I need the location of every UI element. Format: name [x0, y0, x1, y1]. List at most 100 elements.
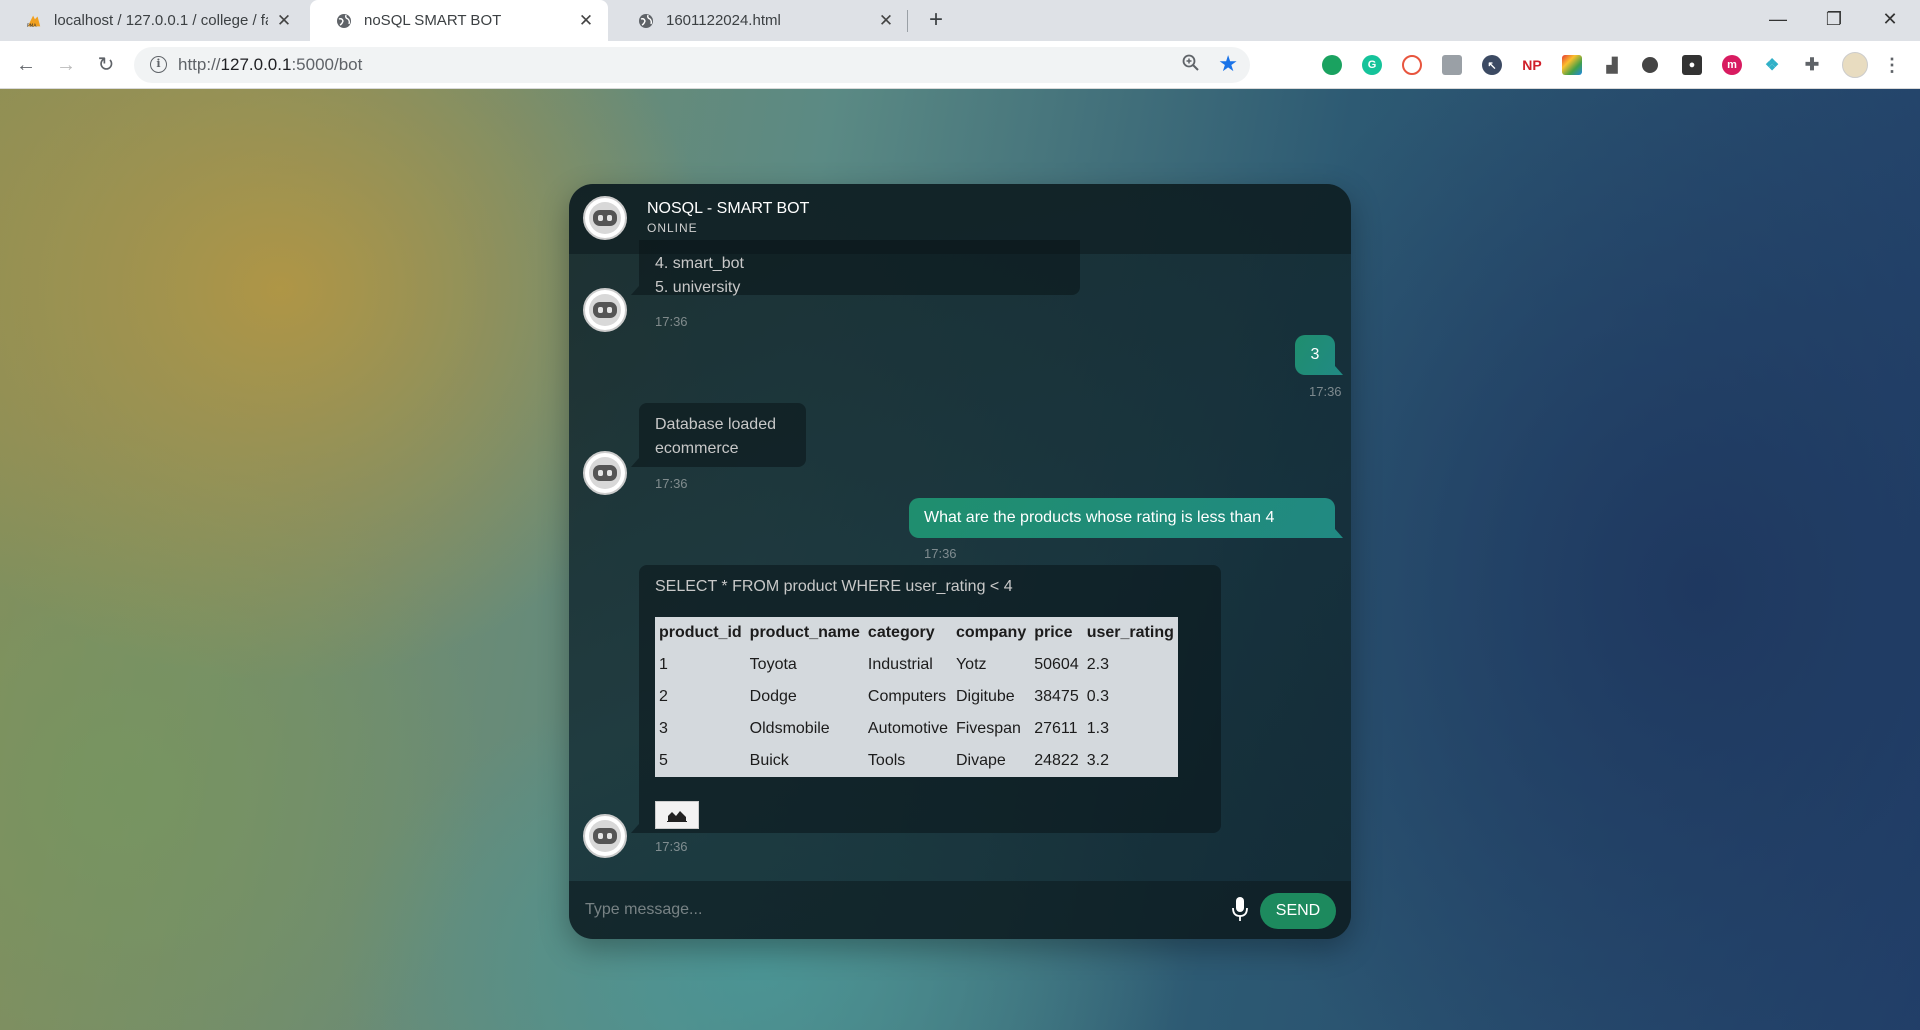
- microphone-icon[interactable]: [1232, 896, 1248, 922]
- table-cell: Toyota: [749, 656, 797, 673]
- close-icon[interactable]: ✕: [578, 11, 594, 31]
- table-cell: Fivespan: [955, 720, 1021, 737]
- tab-html-file[interactable]: 1601122024.html ✕: [612, 0, 908, 41]
- table-cell: Divape: [955, 752, 1006, 769]
- table-row: 3 Oldsmobile Automotive Fivespan 27611 1.3: [655, 713, 1178, 745]
- table-cell: Computers: [867, 688, 947, 705]
- close-window-button[interactable]: ✕: [1862, 0, 1918, 41]
- chart-button[interactable]: [655, 801, 699, 829]
- table-cell: 3.2: [1086, 752, 1109, 769]
- tab-separator: [907, 10, 908, 32]
- minimize-button[interactable]: —: [1750, 0, 1806, 41]
- robot-icon: [589, 294, 621, 326]
- phpmyadmin-icon: PMA: [26, 13, 42, 29]
- bot-message: SELECT * FROM product WHERE user_rating …: [631, 565, 1221, 833]
- tab-title: noSQL SMART BOT: [364, 12, 502, 29]
- table-row: 2 Dodge Computers Digitube 38475 0.3: [655, 681, 1178, 713]
- grammarly-icon[interactable]: G: [1362, 55, 1382, 75]
- back-icon[interactable]: ←: [12, 51, 40, 79]
- table-cell: 1.3: [1086, 720, 1109, 737]
- restore-button[interactable]: ❐: [1806, 0, 1862, 41]
- table-cell: 38475: [1034, 688, 1079, 705]
- table-header-cell: category: [867, 624, 935, 641]
- puzzle-icon[interactable]: ✚: [1802, 55, 1822, 75]
- bot-message: Database loaded ecommerce: [631, 403, 806, 467]
- browser-toolbar: ← → ↻ i http://127.0.0.1:5000/bot ★ G ↖ …: [0, 41, 1920, 89]
- globe-icon: [638, 13, 654, 29]
- table-header-cell: price: [1034, 624, 1073, 641]
- chat-title: NOSQL - SMART BOT: [647, 200, 810, 217]
- message-timestamp: 17:36: [924, 546, 957, 561]
- infinity-icon[interactable]: m: [1722, 55, 1742, 75]
- message-input[interactable]: [585, 895, 1085, 925]
- tab-smart-bot[interactable]: noSQL SMART BOT ✕: [310, 0, 608, 41]
- result-table: product_id product_name category company pri…: [655, 617, 1178, 777]
- new-tab-button[interactable]: +: [922, 6, 950, 34]
- browser-tab-bar: PMA localhost / 127.0.0.1 / college / fa…: [0, 0, 1920, 41]
- tab-title: 1601122024.html: [666, 12, 781, 29]
- more-menu-icon[interactable]: ⋮: [1882, 55, 1902, 75]
- reload-icon[interactable]: ↻: [92, 51, 120, 79]
- table-row: 5 Buick Tools Divape 24822 3.2: [655, 745, 1178, 777]
- table-cell: 5: [659, 752, 668, 769]
- np-icon[interactable]: NP: [1522, 55, 1542, 75]
- zoom-icon[interactable]: [1182, 54, 1200, 77]
- tab-phpmyadmin[interactable]: PMA localhost / 127.0.0.1 / college / fa…: [0, 0, 306, 41]
- cursor-icon[interactable]: ↖: [1482, 55, 1502, 75]
- chat-bubble-icon[interactable]: [1322, 55, 1342, 75]
- area-chart-icon: [667, 811, 687, 822]
- table-cell: Buick: [749, 752, 789, 769]
- chat-status: ONLINE: [647, 221, 698, 235]
- send-button[interactable]: SEND: [1260, 893, 1336, 929]
- globe-icon: [336, 13, 352, 29]
- table-cell: 24822: [1034, 752, 1079, 769]
- chart-icon[interactable]: ▟: [1602, 55, 1622, 75]
- table-cell: 0.3: [1086, 688, 1109, 705]
- table-cell: 2: [659, 688, 668, 705]
- table-cell: 2.3: [1086, 656, 1109, 673]
- url-text: http://127.0.0.1:5000/bot: [178, 55, 363, 74]
- table-cell: Automotive: [867, 720, 948, 737]
- table-cell: Dodge: [749, 688, 797, 705]
- bookmark-star-icon[interactable]: ★: [1218, 51, 1238, 77]
- table-header-cell: product_name: [749, 624, 860, 641]
- chat-window: NOSQL - SMART BOT ONLINE 4. smart_bot 5.…: [569, 184, 1351, 939]
- close-icon[interactable]: ✕: [878, 11, 894, 31]
- bot-avatar: [583, 288, 627, 332]
- table-cell: Tools: [867, 752, 906, 769]
- tab-title: localhost / 127.0.0.1 / college / fa: [54, 12, 268, 29]
- close-icon[interactable]: ✕: [276, 11, 292, 31]
- table-row: 1 Toyota Industrial Yotz 50604 2.3: [655, 649, 1178, 681]
- message-timestamp: 17:36: [655, 314, 688, 329]
- message-line: 4. smart_bot: [655, 255, 744, 272]
- table-cell: 50604: [1034, 656, 1079, 673]
- chat-footer: SEND: [569, 881, 1351, 939]
- image-icon[interactable]: [1442, 55, 1462, 75]
- profile-icon[interactable]: [1842, 52, 1868, 78]
- table-header-cell: user_rating: [1086, 624, 1174, 641]
- colorful-icon[interactable]: [1562, 55, 1582, 75]
- table-cell: 1: [659, 656, 668, 673]
- table-cell: Digitube: [955, 688, 1015, 705]
- bot-message: 4. smart_bot 5. university: [631, 240, 1080, 296]
- message-line: ecommerce: [655, 440, 739, 457]
- user-message: 3: [1295, 335, 1343, 375]
- user-message: What are the products whose rating is le…: [909, 498, 1343, 538]
- svg-text:PMA: PMA: [27, 23, 37, 29]
- bot-avatar: [583, 814, 627, 858]
- address-bar[interactable]: i http://127.0.0.1:5000/bot ★: [134, 47, 1250, 83]
- bot-avatar: [583, 451, 627, 495]
- robot-icon: [589, 457, 621, 489]
- table-header-cell: company: [955, 624, 1027, 641]
- sql-query: SELECT * FROM product WHERE user_rating …: [655, 578, 1013, 595]
- message-timestamp: 17:36: [655, 839, 688, 854]
- robot-icon: [589, 820, 621, 852]
- circle-icon[interactable]: [1642, 57, 1658, 73]
- diamond-icon[interactable]: ❖: [1762, 55, 1782, 75]
- forward-icon[interactable]: →: [52, 51, 80, 79]
- location-icon[interactable]: ●: [1682, 55, 1702, 75]
- page-background: NOSQL - SMART BOT ONLINE 4. smart_bot 5.…: [0, 89, 1920, 1030]
- info-icon[interactable]: i: [150, 56, 167, 73]
- message-line: Database loaded: [655, 416, 776, 433]
- swirl-icon[interactable]: [1402, 55, 1422, 75]
